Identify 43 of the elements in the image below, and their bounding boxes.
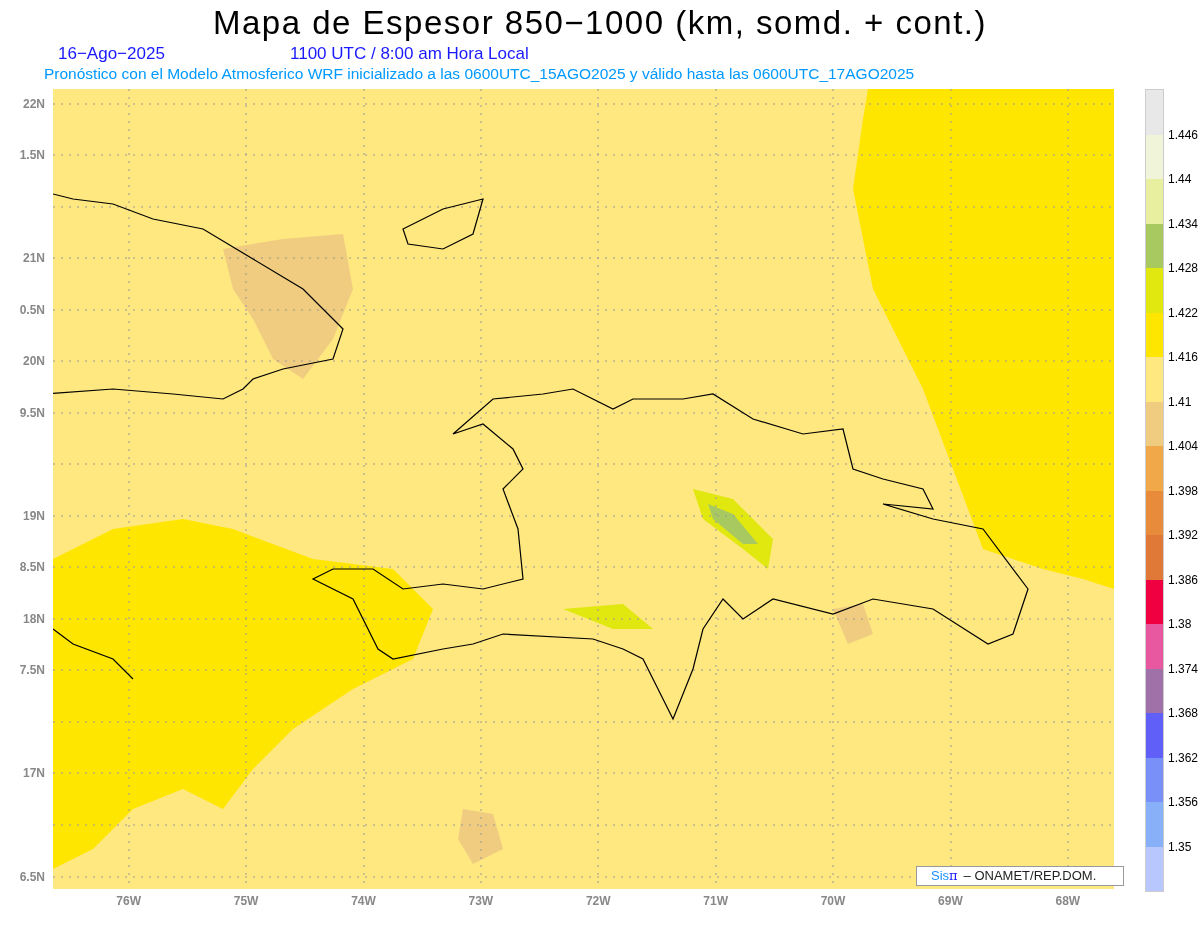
credit-label: Sisπ – ONAMET/REP.DOM. bbox=[916, 866, 1124, 886]
forecast-description: Pronóstico con el Modelo Atmosferico WRF inicializado a las 0600UTC_15AGO2025 y válido hasta las 0600UTC_17AGO2025 bbox=[43, 64, 916, 84]
legend-label: 1.398 bbox=[1168, 482, 1199, 499]
latitude-label: 8.5N bbox=[19, 560, 45, 574]
latitude-label: 17N bbox=[23, 766, 45, 780]
latitude-label: 9.5N bbox=[19, 406, 45, 420]
legend-label: 1.356 bbox=[1168, 794, 1199, 810]
longitude-label: 70W bbox=[819, 894, 847, 908]
longitude-label: 68W bbox=[1054, 894, 1082, 908]
legend-label: 1.428 bbox=[1168, 260, 1199, 276]
longitude-label: 71W bbox=[702, 894, 729, 908]
forecast-date: 16−Ago−2025 bbox=[58, 44, 166, 64]
legend-label: 1.386 bbox=[1168, 571, 1199, 588]
latitude-label: 18N bbox=[23, 612, 45, 626]
longitude-label: 73W bbox=[467, 894, 495, 908]
legend-label: 1.416 bbox=[1168, 349, 1199, 365]
legend-label: 1.38 bbox=[1168, 616, 1192, 632]
longitude-label: 75W bbox=[232, 894, 260, 908]
map-title: Mapa de Espesor 850−1000 (km, somd. + cont.) bbox=[212, 3, 988, 43]
legend-label: 1.44 bbox=[1168, 171, 1192, 187]
latitude-label: 19N bbox=[23, 509, 45, 523]
legend-label: 1.362 bbox=[1168, 749, 1199, 766]
legend-label: 1.434 bbox=[1168, 215, 1199, 232]
longitude-label: 69W bbox=[937, 894, 964, 908]
latitude-label: 22N bbox=[23, 97, 45, 111]
latitude-label: 20N bbox=[23, 354, 45, 368]
legend-label: 1.446 bbox=[1168, 126, 1199, 143]
longitude-label: 76W bbox=[115, 894, 143, 908]
latitude-label: 21N bbox=[23, 251, 45, 265]
longitude-label: 72W bbox=[584, 894, 612, 908]
forecast-time: 1100 UTC / 8:00 am Hora Local bbox=[290, 44, 529, 64]
legend-label: 1.374 bbox=[1168, 660, 1199, 677]
latitude-label: 7.5N bbox=[19, 663, 45, 677]
legend-label: 1.41 bbox=[1168, 393, 1192, 410]
legend-label: 1.392 bbox=[1168, 527, 1199, 543]
legend-label: 1.368 bbox=[1168, 705, 1199, 721]
latitude-label: 0.5N bbox=[19, 303, 45, 317]
latitude-label: 6.5N bbox=[19, 870, 45, 884]
latitude-label: 1.5N bbox=[19, 148, 45, 162]
legend-label: 1.35 bbox=[1168, 838, 1192, 855]
legend-label: 1.404 bbox=[1168, 438, 1199, 454]
longitude-label: 74W bbox=[350, 894, 377, 908]
legend-label: 1.422 bbox=[1168, 304, 1199, 321]
